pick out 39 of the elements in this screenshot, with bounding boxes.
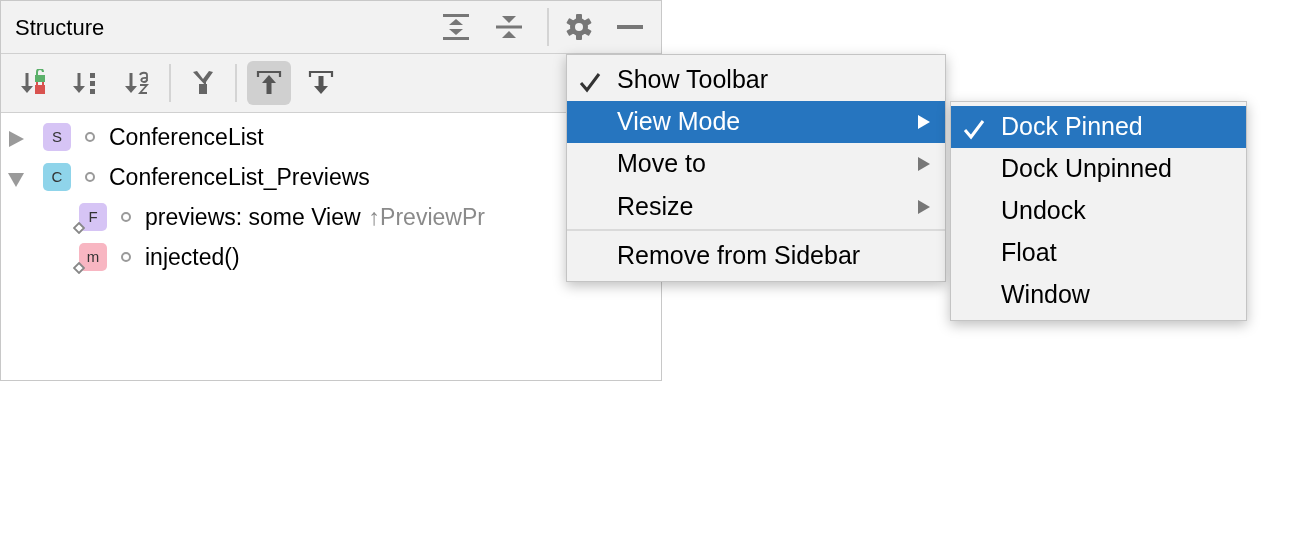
collapsed-arrow-icon[interactable] [7, 129, 25, 148]
inherited-type: ↑PreviewPr [368, 202, 485, 232]
type-badge: m [79, 243, 107, 271]
settings-icon[interactable] [565, 13, 593, 41]
visibility-icon [85, 172, 95, 182]
menu-item[interactable]: Show Toolbar [567, 59, 945, 101]
collapse-all-icon[interactable] [495, 13, 523, 41]
submenu-arrow-icon [917, 199, 931, 215]
menu-item[interactable]: Dock Unpinned [951, 148, 1246, 190]
panel-title: Structure [15, 13, 106, 42]
diamond-icon [73, 222, 85, 234]
node-label[interactable]: ConferenceList [109, 119, 264, 155]
visibility-icon [121, 252, 131, 262]
sort-alphabetically-icon [123, 69, 151, 97]
toolbar-button[interactable] [247, 61, 291, 105]
scroll-from-source-icon [255, 69, 283, 97]
menu-item[interactable]: View Mode [567, 101, 945, 143]
submenu-arrow-icon [917, 114, 931, 130]
visibility-icon [121, 212, 131, 222]
check-icon [579, 70, 601, 93]
menu-item[interactable]: Remove from Sidebar [567, 235, 945, 277]
menu-item[interactable]: Dock Pinned [951, 106, 1246, 148]
diamond-icon [73, 262, 85, 274]
check-icon [963, 117, 985, 140]
submenu-arrow-icon [917, 156, 931, 172]
menu-item[interactable]: Resize [567, 185, 945, 231]
menu-item[interactable]: Float [951, 232, 1246, 274]
sort-by-visibility-icon [19, 69, 47, 97]
menu-item[interactable]: Move to [567, 143, 945, 185]
menu-item[interactable]: Undock [951, 190, 1246, 232]
type-badge: C [43, 163, 71, 191]
visibility-icon [85, 132, 95, 142]
type-badge: S [43, 123, 71, 151]
node-label[interactable]: previews: some View [145, 199, 361, 235]
type-badge: F [79, 203, 107, 231]
expand-all-icon[interactable] [441, 12, 471, 42]
menu-item[interactable]: Window [951, 274, 1246, 316]
node-label[interactable]: ConferenceList_Previews [109, 159, 370, 195]
node-label[interactable]: injected() [145, 239, 240, 275]
